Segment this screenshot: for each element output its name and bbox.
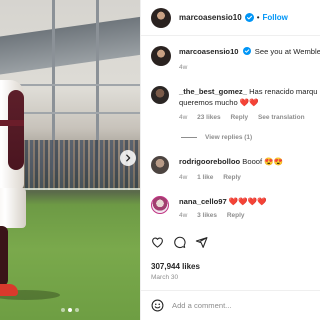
- comment-text: Has renacido marqu: [249, 87, 318, 96]
- comment-text-line2: queremos mucho ❤️❤️: [179, 98, 259, 107]
- replies-line: [181, 137, 197, 138]
- comment-likes[interactable]: 23 likes: [197, 114, 221, 121]
- comment-likes[interactable]: 3 likes: [197, 212, 217, 219]
- carousel-dot: [75, 308, 79, 312]
- see-translation-button[interactable]: See translation: [258, 114, 305, 121]
- comment-text: Booof 😍😍: [242, 157, 284, 166]
- player-sleeve: [8, 90, 24, 170]
- author-avatar[interactable]: [151, 7, 171, 28]
- comment-input[interactable]: [172, 301, 312, 310]
- reply-button[interactable]: Reply: [230, 114, 248, 121]
- heart-icon[interactable]: [151, 236, 164, 249]
- caption-avatar[interactable]: [151, 46, 171, 66]
- caption: marcoasensio10 See you at Wembley: [151, 46, 320, 66]
- commenter-avatar[interactable]: [151, 156, 169, 174]
- player-figure: [0, 60, 28, 310]
- post-header: marcoasensio10 • Follow: [141, 0, 320, 36]
- comment-text: ❤️❤️❤️❤️: [228, 197, 267, 206]
- verified-badge-icon: [244, 13, 254, 22]
- commenter-avatar[interactable]: [151, 86, 169, 104]
- add-comment-bar: [141, 290, 320, 320]
- paper-plane-icon[interactable]: [195, 236, 208, 249]
- comment-bubble-icon[interactable]: [173, 236, 186, 249]
- view-replies-button[interactable]: View replies (1): [181, 134, 252, 141]
- comment-time[interactable]: 4w: [179, 212, 187, 219]
- comment-username[interactable]: _the_best_gomez_: [179, 87, 247, 96]
- post-side-panel: marcoasensio10 • Follow marcoasensio10 S…: [140, 0, 320, 320]
- comment-item: rodrigoorebolloo Booof 😍😍: [151, 156, 283, 174]
- comment-username[interactable]: nana_cello97: [179, 197, 227, 206]
- comments-list: marcoasensio10 See you at Wembley 4w _th…: [141, 36, 320, 224]
- action-bar: [151, 236, 208, 249]
- comment-username[interactable]: rodrigoorebolloo: [179, 157, 240, 166]
- smiley-icon[interactable]: [151, 299, 164, 312]
- reply-button[interactable]: Reply: [223, 174, 241, 181]
- verified-badge-icon: [242, 47, 251, 55]
- post-date[interactable]: March 30: [151, 274, 178, 281]
- comment-meta: 4w 1 like Reply: [179, 174, 249, 181]
- commenter-avatar[interactable]: [151, 196, 169, 214]
- comment-likes[interactable]: 1 like: [197, 174, 213, 181]
- player-sock: [0, 226, 8, 286]
- caption-text: See you at Wembley: [254, 47, 320, 56]
- next-slide-button[interactable]: [120, 150, 136, 166]
- comment-item: _the_best_gomez_ Has renacido marqu quer…: [151, 86, 317, 108]
- author-username[interactable]: marcoasensio10: [179, 13, 242, 22]
- carousel-dot: [61, 308, 65, 312]
- reply-button[interactable]: Reply: [227, 212, 245, 219]
- carousel-dots: [61, 308, 79, 314]
- comment-time[interactable]: 4w: [179, 114, 187, 121]
- caption-time[interactable]: 4w: [179, 64, 187, 71]
- header-separator: •: [256, 13, 260, 22]
- post-photo[interactable]: [0, 0, 140, 320]
- carousel-dot: [68, 308, 72, 312]
- caption-meta: 4w: [179, 64, 195, 71]
- view-replies-label: View replies (1): [205, 134, 253, 141]
- chevron-right-icon: [126, 154, 131, 162]
- player-boot: [0, 284, 18, 296]
- follow-button[interactable]: Follow: [263, 13, 288, 22]
- shirt-stripe: [0, 120, 24, 126]
- caption-username[interactable]: marcoasensio10: [179, 47, 239, 56]
- comment-time[interactable]: 4w: [179, 174, 187, 181]
- comment-meta: 4w 23 likes Reply See translation: [179, 114, 313, 121]
- likes-count[interactable]: 307,944 likes: [151, 262, 200, 271]
- comment-meta: 4w 3 likes Reply: [179, 212, 253, 219]
- player-shorts: [0, 188, 26, 228]
